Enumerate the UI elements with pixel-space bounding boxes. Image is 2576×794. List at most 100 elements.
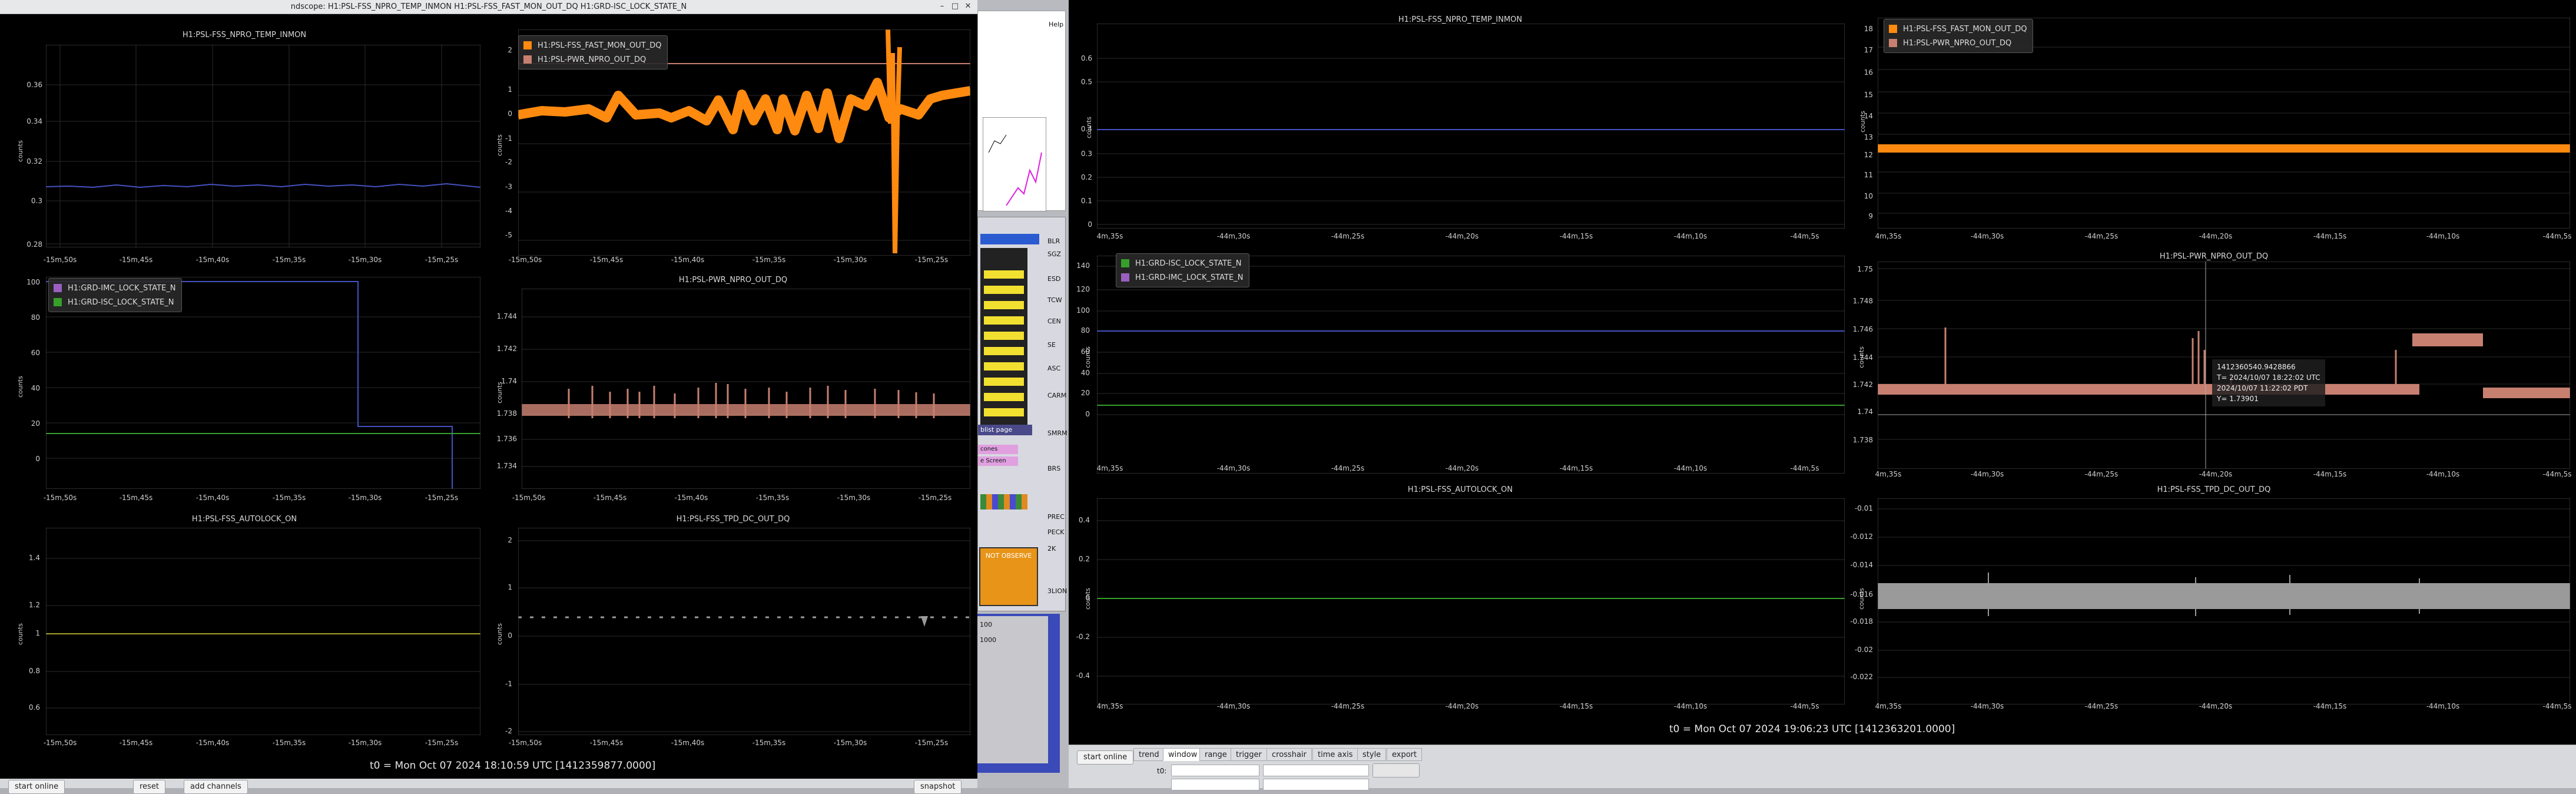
plot-autolock[interactable]: H1:PSL-FSS_AUTOLOCK_ON counts 1.4 1.2 1 … [0, 507, 489, 754]
now-button[interactable] [1372, 763, 1420, 778]
window-start-field[interactable] [1171, 779, 1259, 790]
window-title-bar[interactable]: ndscope: H1:PSL-FSS_NPRO_TEMP_INMON H1:P… [0, 0, 977, 14]
y-tick: 15 [1864, 91, 1873, 99]
legend-item[interactable]: H1:PSL-FSS_FAST_MON_OUT_DQ [1889, 22, 2027, 36]
legend-item[interactable]: H1:GRD-ISC_LOCK_STATE_N [54, 295, 175, 309]
medm-screen[interactable]: BLR SGZ ESD TCW CEN SE ASC CARM SMRM BRS… [977, 217, 1067, 611]
y-tick: 1.744 [496, 312, 517, 320]
start-online-button[interactable]: start online [1077, 750, 1134, 765]
x-tick: -15m,25s [425, 256, 459, 264]
plot-area[interactable] [522, 289, 970, 489]
x-tick: -15m,35s [752, 739, 786, 747]
legend-item[interactable]: H1:GRD-IMC_LOCK_STATE_N [1121, 270, 1243, 284]
y-tick: 1.748 [1852, 297, 1873, 305]
legend[interactable]: H1:GRD-ISC_LOCK_STATE_N H1:GRD-IMC_LOCK_… [1116, 253, 1250, 287]
t0-label: t0 = Mon Oct 07 2024 18:10:59 UTC [14123… [370, 760, 656, 772]
status-lights [980, 494, 1027, 510]
plot-area[interactable] [1097, 24, 1845, 229]
y-tick: 1.74 [501, 377, 517, 385]
t0-utc-field[interactable] [1263, 765, 1369, 776]
legend-item[interactable]: H1:PSL-FSS_FAST_MON_OUT_DQ [523, 38, 661, 52]
x-tick: -44m,20s [2199, 702, 2233, 710]
y-tick: 1.744 [1852, 353, 1873, 362]
x-tick: -44m,30s [1216, 702, 1251, 710]
add-channels-button[interactable]: add channels [184, 780, 248, 794]
legend-item[interactable]: H1:PSL-PWR_NPRO_OUT_DQ [523, 52, 661, 67]
x-tick: -44m,20s [1445, 232, 1479, 240]
plot-title: H1:PSL-FSS_AUTOLOCK_ON [1407, 485, 1513, 494]
plot-tpd-dc[interactable]: H1:PSL-FSS_TPD_DC_OUT_DQ counts -0.01 -0… [1850, 483, 2576, 719]
legend[interactable]: H1:PSL-FSS_FAST_MON_OUT_DQ H1:PSL-PWR_NP… [1884, 19, 2034, 53]
plot-title: H1:PSL-FSS_NPRO_TEMP_INMON [1398, 15, 1523, 24]
x-tick: -15m,25s [918, 494, 952, 502]
swatch-salmon [523, 55, 532, 64]
tab-range[interactable]: range [1199, 748, 1232, 761]
help-menu[interactable]: Help [1049, 21, 1063, 28]
window-end-field[interactable] [1263, 779, 1369, 790]
tab-window[interactable]: window [1163, 748, 1203, 761]
plot-lock-state[interactable]: counts 100 80 60 40 20 0 H1:GRD-IMC_LOCK… [0, 271, 489, 507]
reset-button[interactable]: reset [133, 780, 165, 794]
tab-crosshair[interactable]: crosshair [1267, 748, 1312, 761]
t0-field-label: t0: [1157, 767, 1167, 775]
plot-autolock[interactable]: H1:PSL-FSS_AUTOLOCK_ON counts 0.4 0.2 0 … [1069, 483, 1852, 719]
number-field[interactable]: 100 [980, 621, 992, 628]
x-tick: -15m,40s [674, 494, 708, 502]
y-tick: 12 [1864, 151, 1873, 159]
y-tick: 10 [1864, 192, 1873, 200]
plot-npro-pwr[interactable]: H1:PSL-PWR_NPRO_OUT_DQ counts 1.744 1.74… [489, 271, 977, 507]
legend-item[interactable]: H1:GRD-IMC_LOCK_STATE_N [54, 281, 175, 295]
x-tick: -15m,35s [272, 739, 306, 747]
x-tick: -44m,10s [2426, 232, 2460, 240]
medm-label: SMRM [1047, 429, 1067, 437]
plot-tpd-dc[interactable]: H1:PSL-FSS_TPD_DC_OUT_DQ counts 2 1 0 -1… [489, 507, 977, 754]
swatch-green [1121, 259, 1129, 267]
plot-fast-mon[interactable]: counts 2 1 0 -1 -2 -3 -4 -5 H1:PSL-FSS_F… [489, 24, 977, 271]
y-tick: -4 [505, 207, 512, 215]
y-tick: 0 [508, 631, 512, 640]
plot-lock-state[interactable]: counts 140 120 100 80 60 40 20 0 H1:GRD-… [1069, 247, 1852, 483]
minimize-icon[interactable]: – [937, 2, 947, 11]
tab-time-axis[interactable]: time axis [1312, 748, 1358, 761]
x-tick: -44m,20s [1445, 464, 1479, 472]
tag-button[interactable]: e Screen [978, 456, 1018, 466]
plot-area[interactable] [1097, 498, 1845, 704]
plot-area[interactable] [46, 45, 480, 247]
tab-trend[interactable]: trend [1133, 748, 1165, 761]
plot-area[interactable] [518, 528, 970, 735]
help-window[interactable]: Help [977, 11, 1066, 211]
plot-area[interactable] [46, 528, 480, 735]
crosshair-tooltip: 1412360540.9428866 T= 2024/10/07 18:22:0… [2212, 359, 2325, 406]
controls-window[interactable]: 100 1000 [977, 614, 1060, 773]
legend[interactable]: H1:PSL-FSS_FAST_MON_OUT_DQ H1:PSL-PWR_NP… [518, 35, 668, 70]
maximize-icon[interactable]: □ [950, 2, 960, 11]
not-observe-button[interactable]: NOT OBSERVE [979, 547, 1038, 606]
legend-item[interactable]: H1:PSL-PWR_NPRO_OUT_DQ [1889, 36, 2027, 50]
y-tick: 0.4 [1080, 125, 1092, 133]
y-tick: 18 [1864, 25, 1873, 33]
blist-label: blist page [980, 426, 1013, 434]
close-icon[interactable]: ✕ [963, 2, 973, 11]
medm-label: SE [1047, 341, 1056, 349]
t0-gps-field[interactable] [1171, 765, 1259, 776]
plot-npro-temp[interactable]: H1:PSL-FSS_NPRO_TEMP_INMON counts 0.6 0.… [1069, 0, 1852, 247]
tab-export[interactable]: export [1387, 748, 1423, 761]
number-field[interactable]: 1000 [980, 636, 996, 644]
x-tick: -15m,45s [119, 739, 153, 747]
y-tick: -1 [505, 680, 512, 688]
plot-fast-mon[interactable]: counts 18 17 16 15 14 13 12 11 10 9 H1:P… [1852, 0, 2576, 247]
tag-button[interactable]: cones [978, 445, 1018, 454]
plot-area[interactable] [1878, 498, 2570, 704]
plot-npro-pwr[interactable]: H1:PSL-PWR_NPRO_OUT_DQ counts 1.75 1.748… [1852, 247, 2576, 483]
plot-npro-temp[interactable]: H1:PSL-FSS_NPRO_TEMP_INMON counts 0.36 0… [0, 24, 489, 271]
snapshot-button[interactable]: snapshot [914, 780, 962, 794]
start-online-button[interactable]: start online [8, 780, 65, 794]
tab-trigger[interactable]: trigger [1231, 748, 1267, 761]
legend[interactable]: H1:GRD-IMC_LOCK_STATE_N H1:GRD-ISC_LOCK_… [48, 278, 183, 312]
legend-item[interactable]: H1:GRD-ISC_LOCK_STATE_N [1121, 256, 1243, 270]
y-tick: -2 [505, 727, 512, 735]
plot-area[interactable] [1097, 256, 1845, 474]
blist-page-button[interactable]: blist page [978, 425, 1032, 435]
y-tick: 0.4 [1078, 516, 1090, 524]
tab-style[interactable]: style [1357, 748, 1387, 761]
